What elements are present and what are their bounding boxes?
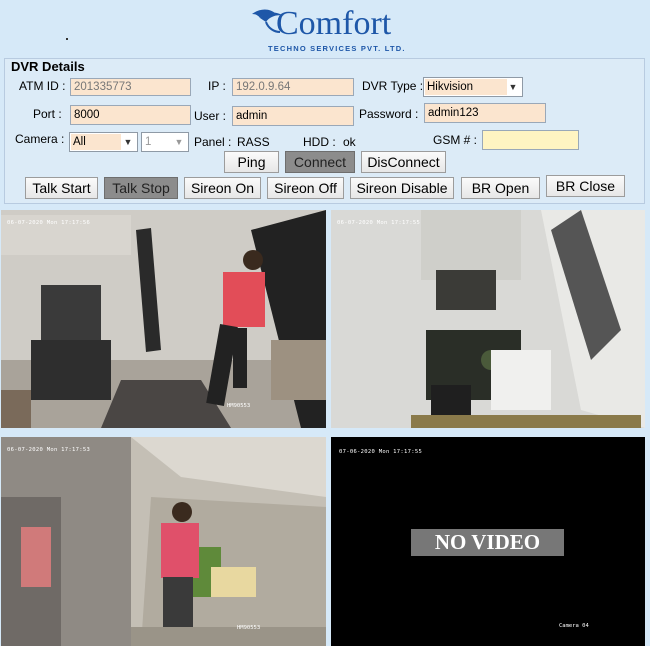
- camera-feed-2[interactable]: 06-07-2020 Mon 17:17:55: [331, 210, 645, 428]
- channel-value: 1: [145, 136, 152, 148]
- camera-4-timestamp: 07-06-2020 Mon 17:17:55: [339, 449, 423, 455]
- user-field[interactable]: admin: [232, 106, 354, 126]
- gsm-label: GSM # :: [433, 133, 478, 147]
- camera-1-label: HM90553: [227, 403, 251, 409]
- camera-select[interactable]: All ▼: [69, 132, 138, 152]
- connect-button[interactable]: Connect: [285, 151, 355, 173]
- camera-3-timestamp: 06-07-2020 Mon 17:17:53: [7, 447, 91, 453]
- panel-label: Panel :: [194, 135, 232, 149]
- no-video-overlay: NO VIDEO: [411, 529, 564, 556]
- password-field[interactable]: admin123: [424, 103, 546, 123]
- disconnect-button[interactable]: DisConnect: [361, 151, 446, 173]
- camera-feed-1[interactable]: 06-07-2020 Mon 17:17:56 HM90553: [1, 210, 326, 428]
- sireon-on-button[interactable]: Sireon On: [184, 177, 261, 199]
- camera-3-scene: [1, 437, 326, 646]
- camera-feed-3[interactable]: 06-07-2020 Mon 17:17:53 HM90553: [1, 437, 326, 646]
- logo-subtext: TECHNO SERVICES PVT. LTD.: [268, 44, 406, 53]
- header: Comfort TECHNO SERVICES PVT. LTD.: [0, 0, 650, 58]
- gsm-field[interactable]: [482, 130, 579, 150]
- camera-value: All: [71, 134, 121, 150]
- ping-button[interactable]: Ping: [224, 151, 279, 173]
- chevron-down-icon: ▼: [174, 137, 184, 147]
- camera-2-timestamp: 06-07-2020 Mon 17:17:55: [337, 220, 421, 226]
- hdd-label: HDD :: [303, 135, 336, 149]
- camera-feed-4[interactable]: 07-06-2020 Mon 17:17:55 NO VIDEO Camera …: [331, 437, 645, 646]
- ip-field[interactable]: 192.0.9.64: [232, 78, 354, 96]
- dvr-details-panel: DVR Details ATM ID : 201335773 IP : 192.…: [4, 58, 645, 204]
- company-logo: Comfort TECHNO SERVICES PVT. LTD.: [250, 4, 410, 56]
- logo-brand-text: Comfort: [276, 5, 392, 42]
- sireon-off-button[interactable]: Sireon Off: [267, 177, 344, 199]
- camera-1-timestamp: 06-07-2020 Mon 17:17:56: [7, 220, 91, 226]
- camera-1-scene: [1, 210, 326, 428]
- channel-select[interactable]: 1 ▼: [141, 132, 189, 152]
- talk-start-button[interactable]: Talk Start: [25, 177, 98, 199]
- decorative-dot: [66, 38, 68, 40]
- password-label: Password :: [359, 107, 419, 121]
- dvr-type-value: Hikvision: [425, 79, 507, 95]
- camera-3-label: HM90553: [237, 625, 261, 631]
- port-label: Port :: [33, 107, 62, 121]
- port-field[interactable]: 8000: [70, 105, 191, 125]
- br-close-button[interactable]: BR Close: [546, 175, 625, 197]
- dvr-type-select[interactable]: Hikvision ▼: [423, 77, 523, 97]
- panel-title: DVR Details: [11, 59, 85, 74]
- chevron-down-icon: ▼: [508, 82, 518, 92]
- panel-value: RASS: [237, 135, 270, 149]
- atm-id-label: ATM ID :: [19, 79, 66, 93]
- br-open-button[interactable]: BR Open: [461, 177, 540, 199]
- user-label: User :: [194, 109, 227, 123]
- atm-id-field[interactable]: 201335773: [70, 78, 191, 96]
- camera-label: Camera :: [15, 132, 65, 146]
- sireon-disable-button[interactable]: Sireon Disable: [350, 177, 454, 199]
- chevron-down-icon: ▼: [123, 137, 133, 147]
- ip-label: IP :: [208, 79, 226, 93]
- camera-2-scene: [331, 210, 645, 428]
- camera-4-label: Camera 04: [559, 623, 589, 629]
- dvr-type-label: DVR Type :: [362, 79, 424, 93]
- hdd-value: ok: [343, 135, 356, 149]
- talk-stop-button[interactable]: Talk Stop: [104, 177, 178, 199]
